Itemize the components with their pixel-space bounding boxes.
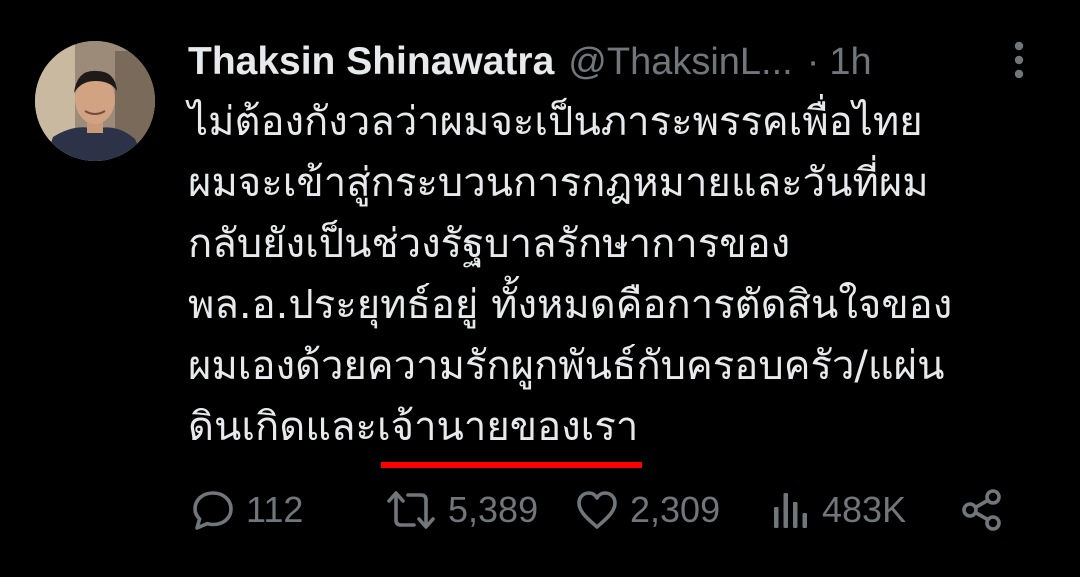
tweet: Thaksin Shinawatra @ThaksinL... · 1h ไม่… (0, 0, 1080, 577)
tweet-text-line: ไม่ต้องกังวลว่าผมจะเป็นภาระพรรคเพื่อไทย (188, 99, 923, 145)
reply-count: 112 (246, 489, 304, 530)
share-button[interactable] (958, 480, 1006, 540)
retweet-count: 5,389 (448, 489, 539, 530)
underlined-phrase: เจ้านายของเรา (377, 397, 643, 468)
timestamp[interactable]: 1h (829, 41, 871, 84)
separator-dot: · (806, 40, 820, 83)
reply-button[interactable]: 112 (190, 480, 303, 540)
tweet-text-line: ผมจะเข้าสู่กระบวนการกฎหมายและวันที่ผม (188, 160, 929, 206)
author-name[interactable]: Thaksin Shinawatra (188, 40, 554, 84)
avatar[interactable] (35, 41, 155, 161)
tweet-text-line: พล.อ.ประยุทธ์อยู่ ทั้งหมดคือการตัดสินใจข… (188, 282, 953, 328)
tweet-text-last-line: ดินเกิดและเจ้านายของเรา (188, 397, 1048, 468)
views-button[interactable]: 483K (770, 480, 906, 540)
like-count: 2,309 (630, 489, 721, 530)
more-options-icon[interactable] (1006, 40, 1032, 80)
views-count: 483K (822, 489, 907, 530)
reply-icon (190, 487, 236, 533)
tweet-text-segment: ดินเกิดและ (188, 404, 377, 450)
share-icon (958, 487, 1006, 533)
retweet-icon (384, 487, 438, 533)
like-button[interactable]: 2,309 (574, 480, 720, 540)
tweet-text: ไม่ต้องกังวลว่าผมจะเป็นภาระพรรคเพื่อไทย … (188, 92, 1048, 468)
action-bar: 112 5,389 2,309 483K (190, 480, 1040, 540)
views-icon (770, 487, 812, 533)
heart-icon (574, 487, 620, 533)
retweet-button[interactable]: 5,389 (384, 480, 538, 540)
author-handle[interactable]: @ThaksinL... (568, 41, 792, 84)
tweet-header: Thaksin Shinawatra @ThaksinL... · 1h (188, 34, 872, 90)
tweet-text-line: กลับยังเป็นช่วงรัฐบาลรักษาการของ (188, 221, 791, 267)
tweet-text-line: ผมเองด้วยความรักผูกพันธ์กับครอบครัว/แผ่น (188, 343, 945, 389)
